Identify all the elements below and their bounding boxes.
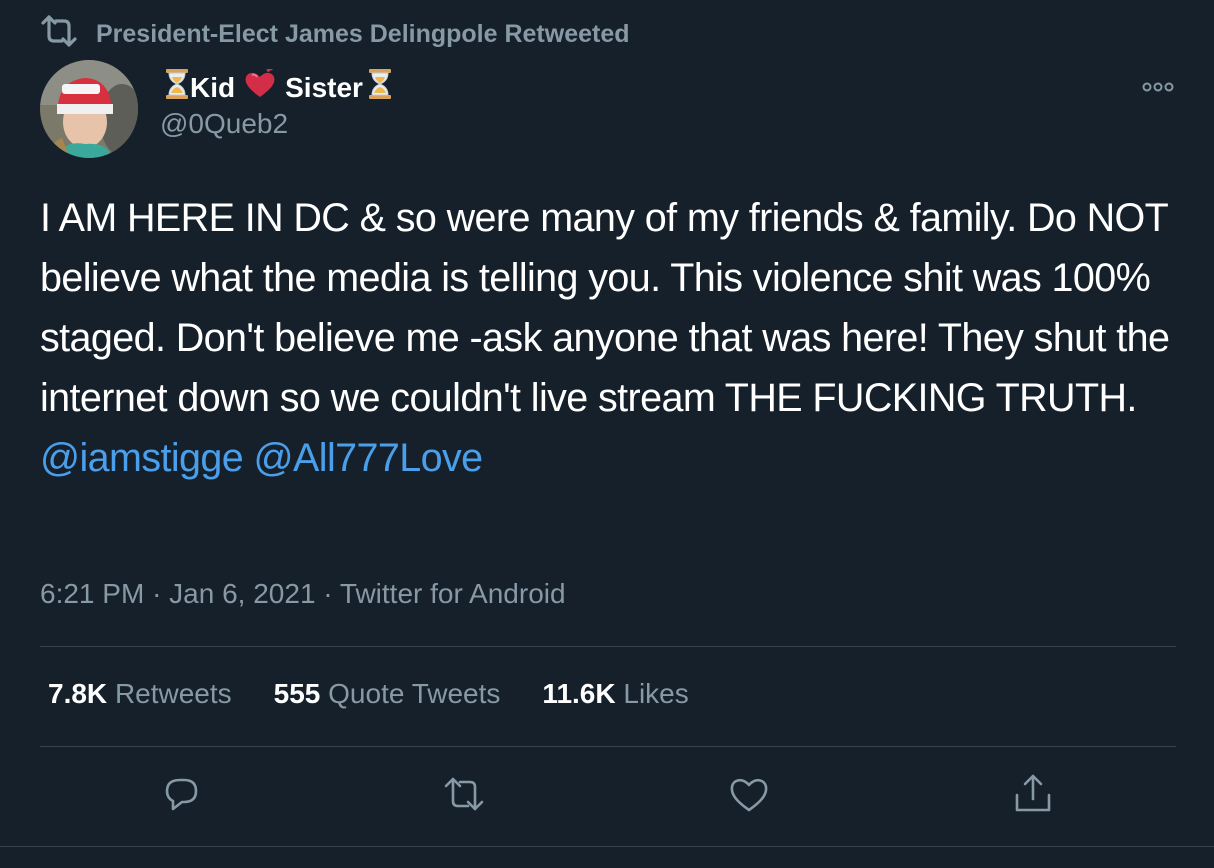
retweet-icon[interactable] — [442, 772, 486, 816]
more-options-icon[interactable] — [1138, 76, 1178, 98]
retweet-header-text: President-Elect James Delingpole Retweet… — [96, 20, 630, 48]
stat-value: 555 — [273, 678, 321, 709]
tweet-time[interactable]: 6:21 PM — [40, 578, 144, 609]
stat-label: Quote Tweets — [328, 678, 501, 709]
stat-quote-tweets[interactable]: 555 Quote Tweets — [274, 678, 501, 710]
divider — [40, 746, 1176, 747]
retweet-icon — [40, 14, 78, 55]
tweet-source[interactable]: Twitter for Android — [340, 578, 566, 609]
stat-label: Likes — [623, 678, 689, 709]
heart-icon — [243, 65, 277, 106]
tweet-meta: 6:21 PM · Jan 6, 2021 · Twitter for Andr… — [40, 578, 566, 610]
stat-value: 11.6K — [542, 678, 616, 709]
divider — [0, 846, 1214, 847]
tweet-body: I AM HERE IN DC & so were many of my fri… — [40, 196, 1170, 420]
mention-link[interactable]: @All777Love — [254, 436, 484, 480]
tweet-text: I AM HERE IN DC & so were many of my fri… — [40, 188, 1180, 488]
hourglass-icon — [164, 68, 190, 107]
display-name-word: Sister — [285, 71, 363, 103]
like-icon[interactable] — [727, 772, 771, 816]
meta-separator: · — [152, 578, 162, 609]
tweet-date[interactable]: Jan 6, 2021 — [169, 578, 315, 609]
retweet-header[interactable]: President-Elect James Delingpole Retweet… — [40, 14, 630, 55]
display-name-word: Kid — [190, 71, 236, 103]
hourglass-icon — [367, 68, 393, 107]
avatar[interactable] — [40, 60, 138, 158]
stat-label: Retweets — [114, 678, 232, 709]
stat-value: 7.8K — [48, 678, 108, 709]
divider — [40, 646, 1176, 647]
action-bar — [0, 772, 1214, 822]
user-handle[interactable]: @0Queb2 — [160, 108, 288, 140]
stat-retweets[interactable]: 7.8K Retweets — [48, 678, 232, 710]
display-name[interactable]: Kid Sister — [164, 65, 393, 107]
reply-icon[interactable] — [160, 772, 204, 816]
stat-likes[interactable]: 11.6K Likes — [542, 678, 688, 710]
tweet-stats: 7.8K Retweets 555 Quote Tweets 11.6K Lik… — [48, 678, 731, 710]
meta-separator: · — [323, 578, 333, 609]
mention-link[interactable]: @iamstigge — [40, 436, 244, 480]
share-icon[interactable] — [1011, 772, 1055, 816]
